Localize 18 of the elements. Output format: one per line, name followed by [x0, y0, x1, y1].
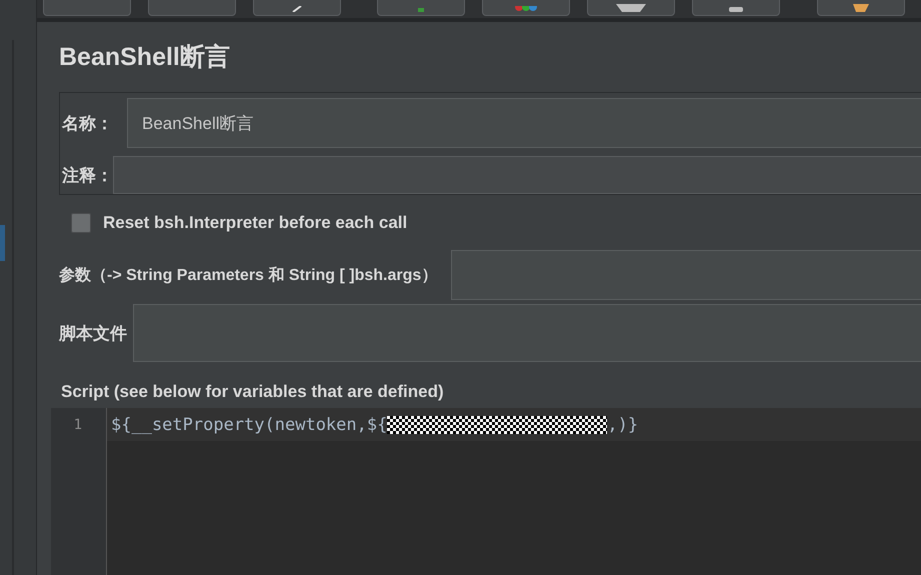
field-label: 注释： — [61, 164, 113, 186]
code-text: ,)} — [607, 414, 638, 434]
field-label: 名称： — [60, 112, 113, 134]
name-field[interactable]: BeanShell断言 — [127, 98, 921, 148]
line-number: 1 — [72, 416, 83, 434]
parameters-field[interactable] — [451, 250, 921, 300]
comment-field[interactable] — [113, 156, 921, 194]
field-label: 参数（-> String Parameters 和 String [ ]bsh.args） — [59, 265, 438, 286]
checkbox[interactable] — [71, 213, 91, 233]
code-text: ${__setProperty(newtoken,${ — [111, 414, 388, 434]
script-label: Script (see below for variables that are defined) — [61, 382, 445, 402]
square-icon — [729, 7, 743, 12]
balls-icon — [515, 6, 537, 12]
checkbox-label: Reset bsh.Interpreter before each call — [103, 213, 408, 233]
script-file-field[interactable] — [133, 304, 921, 362]
panel-title: BeanShell断言 — [59, 42, 231, 73]
script-editor[interactable]: 1 ${__setProperty(newtoken,${ ,)} — [51, 408, 921, 575]
field-label: 脚本文件 — [59, 322, 127, 344]
